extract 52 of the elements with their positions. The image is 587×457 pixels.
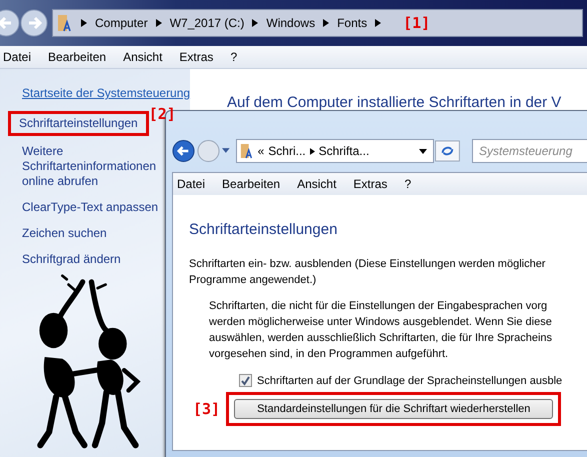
breadcrumb-item[interactable]: Windows bbox=[266, 16, 316, 30]
menu-item[interactable]: Bearbeiten bbox=[48, 50, 106, 64]
forward-button[interactable] bbox=[20, 9, 48, 37]
dropdown-icon[interactable] bbox=[419, 148, 428, 154]
back-button[interactable] bbox=[0, 9, 20, 37]
restore-defaults-button[interactable]: Standardeinstellungen für die Schriftart wiederherstellen bbox=[234, 399, 554, 419]
menu-item[interactable]: Extras bbox=[179, 50, 214, 64]
menu-item[interactable]: Bearbeiten bbox=[222, 177, 280, 191]
address-bar[interactable]: Computer W7_2017 (C:) Windows Fonts [1] bbox=[52, 9, 583, 37]
breadcrumb-item[interactable]: Schrifta... bbox=[318, 144, 370, 158]
annotation-label: [3] bbox=[193, 400, 220, 418]
sidebar-link[interactable]: Schriftgrad ändern bbox=[22, 252, 162, 267]
menu-item[interactable]: ? bbox=[230, 50, 238, 64]
description-text: auswählen, werden ausschließlich Schriftarten, die für Ihre Spracheins bbox=[209, 331, 554, 346]
page-heading: Auf dem Computer installierte Schriftarten in der V bbox=[227, 94, 562, 111]
menu-item[interactable]: Ansicht bbox=[123, 50, 162, 64]
checkbox[interactable] bbox=[239, 374, 252, 387]
sidebar-link[interactable]: Zeichen suchen bbox=[22, 226, 162, 241]
sidebar-link[interactable]: ClearType-Text anpassen bbox=[22, 200, 162, 215]
menu-item[interactable]: Datei bbox=[3, 50, 32, 64]
search-field[interactable]: Systemsteuerung bbox=[472, 139, 587, 163]
chevron-icon bbox=[156, 19, 162, 27]
address-bar[interactable]: « Schri... Schrifta... bbox=[236, 139, 434, 163]
description-text: vorgesehen sind, in den Programmen aufgeführt. bbox=[209, 347, 450, 362]
chevron-icon bbox=[252, 19, 258, 27]
breadcrumb-item[interactable]: Fonts bbox=[337, 16, 368, 30]
intro-text: Schriftarten ein- bzw. ausblenden (Diese Einstellungen werden möglicher bbox=[189, 257, 546, 272]
breadcrumb-item[interactable]: W7_2017 (C:) bbox=[170, 16, 244, 30]
font-folder-icon bbox=[240, 143, 254, 159]
breadcrumb-item[interactable]: Schri... bbox=[268, 144, 306, 158]
sidebar-link[interactable]: Weitere Schriftarteninformationen online abrufen bbox=[22, 144, 162, 189]
menu-item[interactable]: Datei bbox=[177, 177, 206, 191]
sidebar-link[interactable]: Schriftarteinstellungen bbox=[19, 116, 138, 131]
intro-text: Programme angewendet.) bbox=[189, 273, 318, 288]
breadcrumb-item[interactable]: Computer bbox=[95, 16, 148, 30]
menu-item[interactable]: Ansicht bbox=[297, 177, 336, 191]
refresh-button[interactable] bbox=[435, 140, 460, 162]
overflow-mark[interactable]: « bbox=[258, 144, 264, 158]
menu-item[interactable]: Extras bbox=[353, 177, 388, 191]
chevron-icon bbox=[81, 19, 87, 27]
dialog-heading: Schriftarteinstellungen bbox=[189, 221, 338, 238]
annotation-label: [1] bbox=[403, 14, 430, 32]
chevron-icon bbox=[310, 148, 315, 154]
checkbox-label: Schriftarten auf der Grundlage der Spracheinstellungen ausble bbox=[257, 374, 562, 386]
sidebar-link[interactable]: Startseite der Systemsteuerung bbox=[22, 86, 190, 101]
chevron-icon bbox=[323, 19, 330, 27]
description-text: Schriftarten, die nicht für die Einstellungen der Eingabesprachen vorg bbox=[209, 299, 548, 314]
description-text: werden möglicherweise unter Windows ausgeblendet. Wenn Sie diese bbox=[209, 315, 553, 330]
menu-item[interactable]: ? bbox=[404, 177, 412, 191]
chevron-icon bbox=[375, 19, 382, 27]
back-button[interactable] bbox=[172, 139, 195, 163]
font-folder-icon bbox=[57, 14, 73, 32]
